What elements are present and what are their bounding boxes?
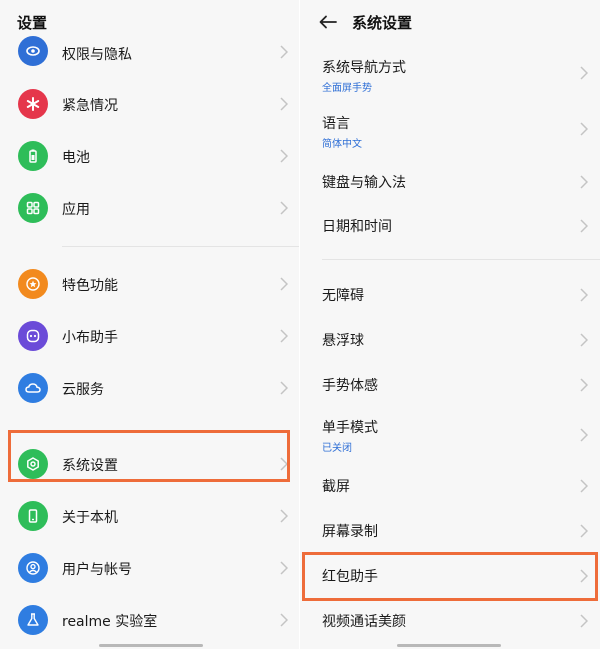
settings-item-assistant[interactable]: 小布助手 <box>0 318 300 354</box>
setting-language[interactable]: 语言 简体中文 <box>300 112 600 150</box>
chevron-right-icon <box>279 457 289 471</box>
setting-label: 键盘与输入法 <box>322 175 406 191</box>
chevron-right-icon <box>579 175 589 189</box>
chevron-right-icon <box>279 561 289 575</box>
setting-label: 红包助手 <box>322 569 378 585</box>
setting-label: 单手模式 <box>322 420 378 436</box>
setting-value: 全面屏手势 <box>322 83 372 94</box>
settings-item-cloud[interactable]: 云服务 <box>0 370 300 406</box>
chevron-right-icon <box>279 45 289 59</box>
setting-label: 截屏 <box>322 479 350 495</box>
phone-icon <box>18 501 48 531</box>
star-icon <box>18 269 48 299</box>
setting-label: 日期和时间 <box>322 219 392 235</box>
apps-grid-icon <box>18 193 48 223</box>
settings-item-accounts[interactable]: 用户与帐号 <box>0 550 300 586</box>
setting-keyboard-input[interactable]: 键盘与输入法 <box>300 170 600 194</box>
settings-item-battery[interactable]: 电池 <box>0 138 300 174</box>
setting-gestures-motions[interactable]: 手势体感 <box>300 373 600 397</box>
chevron-right-icon <box>279 381 289 395</box>
settings-item-label: 应用 <box>62 202 90 218</box>
settings-item-emergency[interactable]: 紧急情况 <box>0 86 300 122</box>
setting-value: 已关闭 <box>322 443 352 454</box>
setting-date-time[interactable]: 日期和时间 <box>300 214 600 238</box>
settings-item-label: 关于本机 <box>62 510 118 526</box>
setting-label: 系统导航方式 <box>322 60 406 76</box>
settings-item-label: 小布助手 <box>62 330 118 346</box>
privacy-eye-icon <box>18 36 48 66</box>
settings-item-about[interactable]: 关于本机 <box>0 498 300 534</box>
settings-item-realme-lab[interactable]: realme 实验室 <box>0 602 300 638</box>
back-arrow-icon[interactable] <box>318 12 338 32</box>
system-settings-panel: 系统设置 系统导航方式 全面屏手势 语言 简体中文 键盘与输入法 日期和时间 无… <box>300 0 600 649</box>
setting-label: 语言 <box>322 116 350 132</box>
chevron-right-icon <box>579 524 589 538</box>
page-title: 系统设置 <box>352 13 413 32</box>
setting-label: 屏幕录制 <box>322 524 378 540</box>
system-settings-icon <box>18 449 48 479</box>
settings-item-privacy[interactable]: 权限与隐私 <box>0 36 300 68</box>
chevron-right-icon <box>579 428 589 442</box>
chevron-right-icon <box>579 219 589 233</box>
setting-red-packet-assistant[interactable]: 红包助手 <box>300 564 600 588</box>
settings-item-apps[interactable]: 应用 <box>0 190 300 226</box>
setting-value: 简体中文 <box>322 139 362 150</box>
chevron-right-icon <box>279 613 289 627</box>
chevron-right-icon <box>579 378 589 392</box>
chevron-right-icon <box>579 479 589 493</box>
home-indicator[interactable] <box>397 644 501 647</box>
chevron-right-icon <box>279 277 289 291</box>
setting-label: 手势体感 <box>322 378 378 394</box>
setting-label: 悬浮球 <box>322 333 364 349</box>
section-divider <box>62 246 300 247</box>
page-title: 设置 <box>17 13 48 32</box>
cloud-icon <box>18 373 48 403</box>
battery-icon <box>18 141 48 171</box>
chevron-right-icon <box>279 201 289 215</box>
chevron-right-icon <box>279 329 289 343</box>
setting-floating-ball[interactable]: 悬浮球 <box>300 328 600 352</box>
settings-item-label: 电池 <box>62 150 90 166</box>
setting-screenshot[interactable]: 截屏 <box>300 474 600 498</box>
chevron-right-icon <box>579 614 589 628</box>
setting-navigation-mode[interactable]: 系统导航方式 全面屏手势 <box>300 56 600 94</box>
assistant-icon <box>18 321 48 351</box>
chevron-right-icon <box>579 66 589 80</box>
system-settings-title-bar: 系统设置 <box>300 0 600 44</box>
chevron-right-icon <box>579 288 589 302</box>
emergency-asterisk-icon <box>18 89 48 119</box>
home-indicator[interactable] <box>99 644 203 647</box>
setting-one-handed-mode[interactable]: 单手模式 已关闭 <box>300 416 600 454</box>
settings-item-label: 特色功能 <box>62 278 118 294</box>
settings-item-label: 用户与帐号 <box>62 562 132 578</box>
settings-item-system[interactable]: 系统设置 <box>0 446 300 482</box>
setting-accessibility[interactable]: 无障碍 <box>300 283 600 307</box>
setting-label: 视频通话美颜 <box>322 614 406 630</box>
setting-screen-recording[interactable]: 屏幕录制 <box>300 519 600 543</box>
settings-item-label: realme 实验室 <box>62 614 158 630</box>
chevron-right-icon <box>279 97 289 111</box>
chevron-right-icon <box>279 509 289 523</box>
chevron-right-icon <box>579 122 589 136</box>
settings-item-label: 云服务 <box>62 382 104 398</box>
setting-video-call-beauty[interactable]: 视频通话美颜 <box>300 609 600 633</box>
settings-item-label: 权限与隐私 <box>62 47 132 63</box>
user-icon <box>18 553 48 583</box>
chevron-right-icon <box>579 569 589 583</box>
settings-item-features[interactable]: 特色功能 <box>0 266 300 302</box>
settings-item-label: 紧急情况 <box>62 98 118 114</box>
chevron-right-icon <box>579 333 589 347</box>
settings-panel: 设置 权限与隐私 紧急情况 电池 应用 特色功能 小布助手 云服务 系统设置 关… <box>0 0 300 649</box>
chevron-right-icon <box>279 149 289 163</box>
section-divider <box>322 259 600 260</box>
setting-label: 无障碍 <box>322 288 364 304</box>
lab-flask-icon <box>18 605 48 635</box>
settings-item-label: 系统设置 <box>62 458 118 474</box>
